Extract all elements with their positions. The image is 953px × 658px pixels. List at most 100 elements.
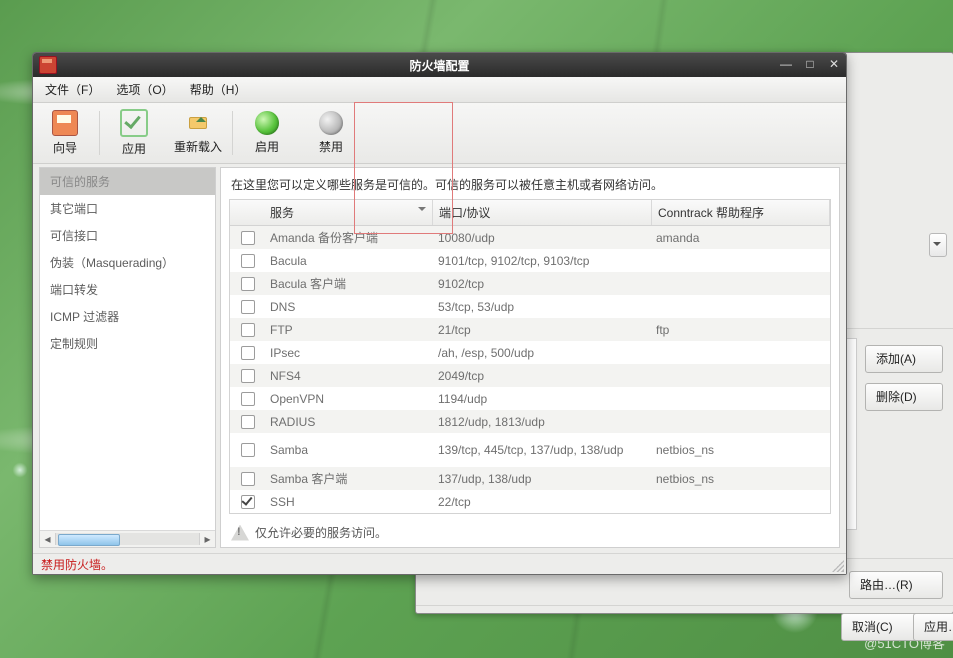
menu-options[interactable]: 选项（O）: [110, 79, 179, 100]
add-button[interactable]: 添加(A): [865, 345, 943, 373]
resize-grip[interactable]: [832, 560, 844, 572]
scroll-thumb[interactable]: [58, 534, 120, 546]
maximize-button[interactable]: □: [802, 56, 818, 72]
cell-service: IPsec: [264, 343, 432, 363]
cell-service: RADIUS: [264, 412, 432, 432]
row-checkbox[interactable]: [241, 472, 255, 486]
row-checkbox[interactable]: [241, 392, 255, 406]
table-row[interactable]: RADIUS1812/udp, 1813/udp: [230, 410, 830, 433]
cell-service: Samba 客户端: [264, 467, 432, 490]
sidebar-item[interactable]: 可信的服务: [40, 168, 215, 195]
divider: [416, 605, 953, 606]
status-text: 禁用防火墙。: [41, 556, 113, 573]
sidebar-scrollbar[interactable]: ◂ ▸: [40, 530, 215, 547]
cell-port: 1194/udp: [432, 389, 650, 409]
row-checkbox[interactable]: [241, 277, 255, 291]
green-ball-icon: [255, 111, 279, 135]
statusbar: 禁用防火墙。: [33, 553, 846, 574]
window-title: 防火墙配置: [33, 57, 846, 74]
sidebar-item[interactable]: 伪装（Masquerading）: [40, 249, 215, 276]
content-panel: 在这里您可以定义哪些服务是可信的。可信的服务可以被任意主机或者网络访问。 服务 …: [220, 167, 840, 548]
combo-toggle[interactable]: [929, 233, 947, 257]
table-row[interactable]: DNS53/tcp, 53/udp: [230, 295, 830, 318]
menubar: 文件（F） 选项（O） 帮助（H）: [33, 77, 846, 103]
wizard-label: 向导: [53, 139, 77, 156]
cell-port: 2049/tcp: [432, 366, 650, 386]
sidebar-item[interactable]: ICMP 过滤器: [40, 303, 215, 330]
col-port[interactable]: 端口/协议: [433, 200, 652, 225]
col-conntrack[interactable]: Conntrack 帮助程序: [652, 200, 830, 225]
menu-file[interactable]: 文件（F）: [39, 79, 106, 100]
wizard-icon: [52, 110, 78, 136]
cell-service: FTP: [264, 320, 432, 340]
row-checkbox[interactable]: [241, 415, 255, 429]
footer-note: 仅允许必要的服务访问。: [221, 518, 839, 547]
row-checkbox[interactable]: [241, 346, 255, 360]
cell-conntrack: [650, 396, 830, 402]
cell-port: 21/tcp: [432, 320, 650, 340]
cell-conntrack: ftp: [650, 320, 830, 340]
cancel-button[interactable]: 取消(C): [841, 613, 919, 641]
row-checkbox[interactable]: [241, 323, 255, 337]
delete-button[interactable]: 删除(D): [865, 383, 943, 411]
row-checkbox[interactable]: [241, 231, 255, 245]
firewall-window: 防火墙配置 — □ ✕ 文件（F） 选项（O） 帮助（H） 向导 应用 重新载入…: [32, 52, 847, 575]
sidebar-item[interactable]: 定制规则: [40, 330, 215, 357]
disable-button[interactable]: 禁用: [299, 103, 363, 163]
menu-help[interactable]: 帮助（H）: [184, 79, 253, 100]
scroll-track[interactable]: [55, 533, 200, 545]
row-checkbox[interactable]: [241, 495, 255, 509]
table-row[interactable]: FTP21/tcpftp: [230, 318, 830, 341]
row-checkbox[interactable]: [241, 300, 255, 314]
apply-button[interactable]: 应用…: [913, 613, 953, 641]
table-row[interactable]: Bacula9101/tcp, 9102/tcp, 9103/tcp: [230, 249, 830, 272]
col-checkbox[interactable]: [230, 200, 264, 225]
table-row[interactable]: Samba139/tcp, 445/tcp, 137/udp, 138/udpn…: [230, 433, 830, 467]
cell-port: 10080/udp: [432, 228, 650, 248]
sidebar-item[interactable]: 其它端口: [40, 195, 215, 222]
close-button[interactable]: ✕: [826, 56, 842, 72]
reload-icon: [186, 111, 210, 135]
table-row[interactable]: Amanda 备份客户端10080/udpamanda: [230, 226, 830, 249]
cell-service: Samba: [264, 440, 432, 460]
scroll-left-icon[interactable]: ◂: [40, 532, 55, 546]
check-icon: [120, 109, 148, 137]
table-row[interactable]: IPsec/ah, /esp, 500/udp: [230, 341, 830, 364]
titlebar[interactable]: 防火墙配置 — □ ✕: [33, 53, 846, 77]
cell-service: Bacula 客户端: [264, 272, 432, 295]
table-row[interactable]: Bacula 客户端9102/tcp: [230, 272, 830, 295]
cell-conntrack: [650, 373, 830, 379]
row-checkbox[interactable]: [241, 443, 255, 457]
table-row[interactable]: SSH22/tcp: [230, 490, 830, 513]
col-service-label: 服务: [270, 206, 294, 220]
cell-port: 1812/udp, 1813/udp: [432, 412, 650, 432]
table-row[interactable]: Samba 客户端137/udp, 138/udpnetbios_ns: [230, 467, 830, 490]
cell-port: 53/tcp, 53/udp: [432, 297, 650, 317]
reload-button[interactable]: 重新载入: [166, 103, 230, 163]
wizard-button[interactable]: 向导: [33, 103, 97, 163]
enable-button[interactable]: 启用: [235, 103, 299, 163]
table-row[interactable]: OpenVPN1194/udp: [230, 387, 830, 410]
cell-conntrack: amanda: [650, 228, 830, 248]
cell-service: OpenVPN: [264, 389, 432, 409]
row-checkbox[interactable]: [241, 254, 255, 268]
cell-port: 9102/tcp: [432, 274, 650, 294]
scroll-right-icon[interactable]: ▸: [200, 532, 215, 546]
cell-conntrack: netbios_ns: [650, 469, 830, 489]
minimize-button[interactable]: —: [778, 56, 794, 72]
apply-button[interactable]: 应用: [102, 103, 166, 163]
cell-conntrack: netbios_ns: [650, 440, 830, 460]
sidebar-item[interactable]: 可信接口: [40, 222, 215, 249]
services-table: 服务 端口/协议 Conntrack 帮助程序 Amanda 备份客户端1008…: [229, 199, 831, 514]
cell-port: 22/tcp: [432, 492, 650, 512]
sidebar-item[interactable]: 端口转发: [40, 276, 215, 303]
cell-port: 137/udp, 138/udp: [432, 469, 650, 489]
row-checkbox[interactable]: [241, 369, 255, 383]
cell-conntrack: [650, 304, 830, 310]
cell-service: SSH: [264, 492, 432, 512]
route-button[interactable]: 路由…(R): [849, 571, 943, 599]
col-service[interactable]: 服务: [264, 200, 433, 225]
table-row[interactable]: NFS42049/tcp: [230, 364, 830, 387]
enable-label: 启用: [255, 138, 279, 155]
sidebar: 可信的服务其它端口可信接口伪装（Masquerading）端口转发ICMP 过滤…: [39, 167, 216, 548]
